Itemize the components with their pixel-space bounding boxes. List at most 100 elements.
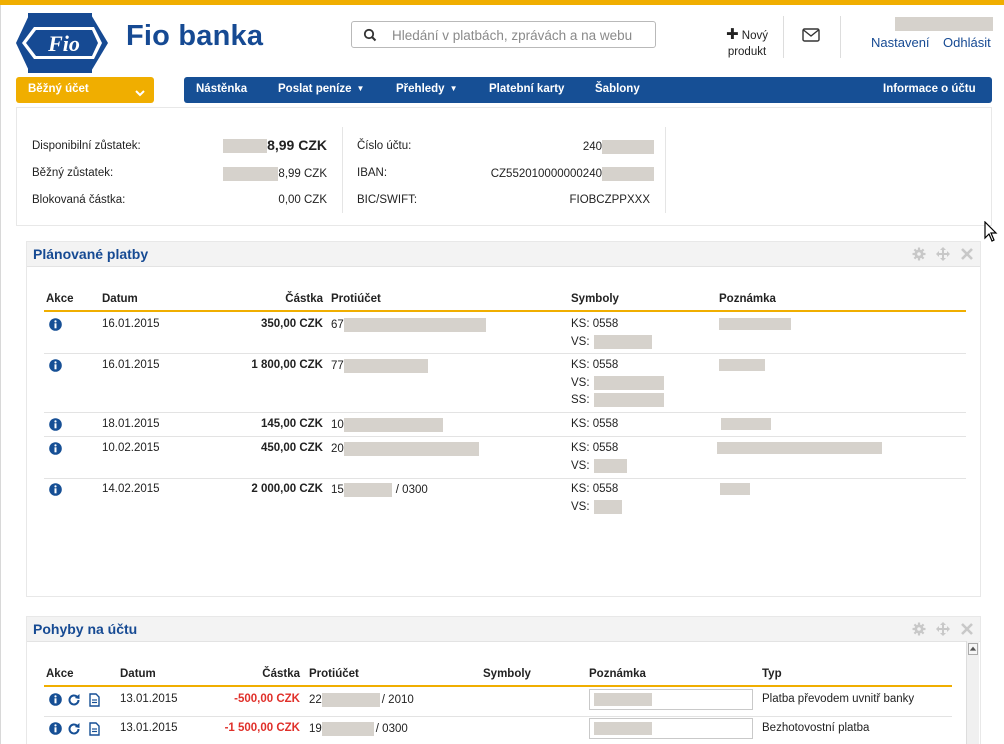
row-amount: -500,00 CZK bbox=[234, 693, 300, 705]
repeat-payment-icon[interactable] bbox=[67, 693, 81, 707]
row-symbol: SS: bbox=[571, 393, 664, 407]
move-icon[interactable] bbox=[935, 622, 950, 636]
row-amount: 450,00 CZK bbox=[260, 442, 323, 454]
row-note-redacted bbox=[719, 318, 791, 330]
scrollbar[interactable] bbox=[966, 641, 979, 744]
info-icon[interactable] bbox=[49, 318, 62, 331]
fio-logo-icon[interactable]: Fio bbox=[16, 13, 108, 73]
redacted bbox=[343, 442, 479, 456]
header-underline bbox=[44, 685, 952, 687]
search-input[interactable] bbox=[392, 25, 650, 45]
info-icon[interactable] bbox=[49, 359, 62, 372]
document-icon[interactable] bbox=[87, 722, 101, 736]
panel-title: Plánované platby bbox=[33, 246, 149, 262]
panel-title: Pohyby na účtu bbox=[33, 621, 138, 637]
row-date: 16.01.2015 bbox=[102, 359, 160, 371]
redacted bbox=[593, 500, 622, 514]
nav-account-info[interactable]: Informace o účtu bbox=[883, 83, 976, 95]
nav-overviews[interactable]: Přehledy ▼ bbox=[396, 83, 458, 95]
row-date: 13.01.2015 bbox=[120, 722, 178, 734]
col-header: Akce bbox=[46, 293, 74, 305]
chevron-down-icon: ▼ bbox=[356, 84, 365, 93]
settings-link[interactable]: Nastavení bbox=[871, 35, 930, 50]
info-icon[interactable] bbox=[49, 442, 62, 455]
header-underline bbox=[44, 310, 966, 312]
row-counter-account: 15/ 0300 bbox=[331, 483, 428, 497]
row-note-redacted bbox=[717, 442, 882, 454]
redacted bbox=[602, 140, 654, 154]
redacted bbox=[321, 722, 374, 736]
row-symbol: VS: bbox=[571, 335, 652, 349]
close-icon[interactable] bbox=[960, 622, 974, 636]
panel-header: Pohyby na účtu bbox=[27, 617, 980, 642]
col-header: Typ bbox=[762, 668, 782, 680]
header-divider bbox=[840, 16, 841, 58]
info-icon[interactable] bbox=[49, 722, 62, 735]
current-balance-value: 8,99 CZK bbox=[217, 167, 327, 181]
col-header: Protiúčet bbox=[309, 668, 359, 680]
row-symbol: VS: bbox=[571, 459, 627, 473]
document-icon[interactable] bbox=[87, 693, 101, 707]
col-header: Částka bbox=[285, 293, 323, 305]
account-movements-panel: Pohyby na účtu Akce Datum Částka Protiúč… bbox=[26, 616, 981, 744]
account-select-label: Běžný účet bbox=[28, 83, 89, 95]
row-counter-account: 20 bbox=[331, 442, 483, 456]
nav-send-money[interactable]: Poslat peníze ▼ bbox=[278, 83, 364, 95]
note-input[interactable] bbox=[589, 689, 753, 710]
gear-icon[interactable] bbox=[912, 247, 926, 261]
redacted bbox=[593, 393, 664, 407]
row-symbol: VS: bbox=[571, 500, 622, 514]
col-header: Poznámka bbox=[589, 668, 646, 680]
chevron-down-icon bbox=[135, 90, 145, 97]
header-divider bbox=[783, 16, 784, 58]
nav-dashboard[interactable]: Nástěnka bbox=[196, 83, 247, 95]
balance-panel: Disponibilní zůstatek: 8,99 CZK Běžný zů… bbox=[16, 107, 992, 226]
col-header: Datum bbox=[102, 293, 138, 305]
logout-link[interactable]: Odhlásit bbox=[943, 35, 991, 50]
new-product-line2: produkt bbox=[727, 46, 767, 58]
col-header: Poznámka bbox=[719, 293, 776, 305]
info-icon[interactable] bbox=[49, 693, 62, 706]
col-header: Protiúčet bbox=[331, 293, 381, 305]
move-icon[interactable] bbox=[935, 247, 950, 261]
nav-payment-cards[interactable]: Platební karty bbox=[489, 83, 564, 95]
row-type: Platba převodem uvnitř banky bbox=[762, 693, 915, 705]
col-header: Symboly bbox=[483, 668, 531, 680]
info-icon[interactable] bbox=[49, 483, 62, 496]
nav-templates[interactable]: Šablony bbox=[595, 83, 640, 95]
repeat-payment-icon[interactable] bbox=[67, 722, 81, 736]
search-box[interactable] bbox=[351, 21, 656, 48]
panel-header: Plánované platby bbox=[27, 242, 980, 267]
account-number-value: 240 bbox=[457, 140, 654, 154]
info-icon[interactable] bbox=[49, 418, 62, 431]
row-divider bbox=[44, 412, 966, 413]
brand-name[interactable]: Fio banka bbox=[126, 20, 263, 53]
scroll-up-arrow-icon[interactable] bbox=[968, 643, 978, 655]
row-divider bbox=[44, 478, 966, 479]
row-divider bbox=[44, 716, 952, 717]
row-amount: 1 800,00 CZK bbox=[251, 359, 323, 371]
note-input[interactable] bbox=[589, 718, 753, 739]
redacted bbox=[593, 335, 652, 349]
user-name-redacted bbox=[895, 17, 993, 31]
iban-label: IBAN: bbox=[357, 167, 388, 179]
row-counter-account: 77 bbox=[331, 359, 432, 373]
row-symbol: VS: bbox=[571, 376, 664, 390]
envelope-icon[interactable] bbox=[802, 28, 820, 42]
account-select[interactable]: Běžný účet bbox=[16, 77, 154, 103]
close-icon[interactable] bbox=[960, 247, 974, 261]
redacted bbox=[594, 693, 652, 706]
redacted bbox=[223, 139, 268, 154]
available-balance-value: 8,99 CZK bbox=[217, 137, 327, 154]
new-product-button[interactable]: ✚ Nový produkt bbox=[718, 27, 776, 63]
row-symbol: KS: 0558 bbox=[571, 418, 619, 430]
plus-icon: ✚ bbox=[726, 26, 739, 43]
row-amount: 2 000,00 CZK bbox=[251, 483, 323, 495]
blocked-amount-value: 0,00 CZK bbox=[278, 194, 327, 206]
redacted bbox=[593, 376, 664, 390]
chevron-down-icon: ▼ bbox=[449, 84, 458, 93]
col-header: Akce bbox=[46, 668, 74, 680]
row-date: 16.01.2015 bbox=[102, 318, 160, 330]
row-symbol: KS: 0558 bbox=[571, 318, 619, 330]
gear-icon[interactable] bbox=[912, 622, 926, 636]
